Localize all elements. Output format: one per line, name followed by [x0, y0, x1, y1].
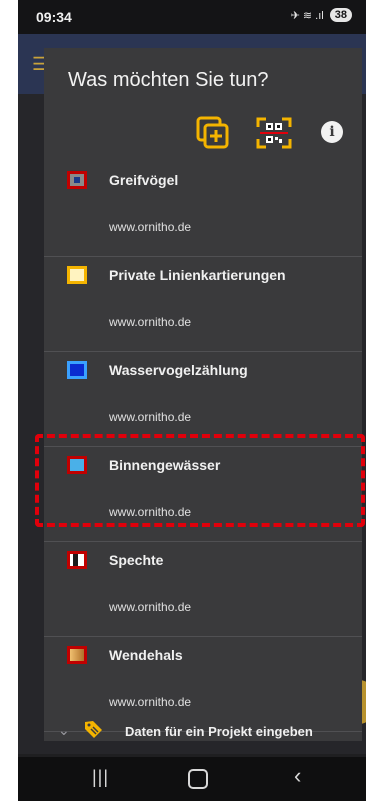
phone-screen: 09:34 ✈ ≋ .ıl 38 ☰ Was möchten Sie tun? — [18, 0, 366, 801]
tag-icon — [82, 718, 104, 741]
item-title: Spechte — [109, 552, 164, 568]
list-item-linienkartierungen[interactable]: Private Linienkartierungen www.ornitho.d… — [44, 257, 362, 352]
linienkartierungen-icon — [67, 266, 87, 284]
chevron-down-icon[interactable]: ⌄ — [58, 722, 70, 739]
info-icon[interactable]: i — [321, 121, 343, 143]
item-url: www.ornitho.de — [109, 695, 192, 709]
item-url: www.ornitho.de — [109, 600, 192, 614]
wendehals-icon — [67, 646, 87, 664]
home-button[interactable] — [188, 769, 208, 789]
item-url: www.ornitho.de — [109, 410, 192, 424]
wasservogel-icon — [67, 361, 87, 379]
battery-icon: 38 — [329, 8, 352, 22]
list-item-greifvoegel[interactable]: Greifvögel www.ornitho.de — [44, 162, 362, 257]
selection-highlight — [35, 434, 365, 527]
spechte-icon — [67, 551, 87, 569]
recent-apps-button[interactable]: ||| — [92, 767, 109, 788]
item-title: Private Linienkartierungen — [109, 267, 286, 283]
qr-scanner-icon[interactable] — [256, 116, 292, 150]
greifvoegel-icon — [67, 171, 87, 189]
add-copy-icon[interactable] — [196, 116, 230, 150]
status-icons: ✈ ≋ .ıl 38 — [291, 8, 352, 22]
status-time: 09:34 — [36, 9, 72, 25]
list-item-spechte[interactable]: Spechte www.ornitho.de — [44, 542, 362, 637]
dialog-title: Was möchten Sie tun? — [68, 69, 269, 91]
status-bar: 09:34 ✈ ≋ .ıl 38 — [18, 0, 366, 34]
project-row-label: Daten für ein Projekt eingeben — [125, 724, 313, 739]
item-url: www.ornitho.de — [109, 315, 192, 329]
list-item-wasservogelzaehlung[interactable]: Wasservogelzählung www.ornitho.de — [44, 352, 362, 447]
system-nav-bar: ||| ‹ — [18, 757, 366, 801]
project-data-entry-row[interactable]: ⌄ Daten für ein Projekt eingeben — [44, 720, 362, 741]
back-button[interactable]: ‹ — [294, 763, 301, 789]
action-dialog: Was möchten Sie tun? i Greifvögel www.or… — [44, 48, 362, 741]
item-title: Greifvögel — [109, 172, 179, 188]
item-title: Wasservogelzählung — [109, 362, 248, 378]
item-url: www.ornitho.de — [109, 220, 192, 234]
signal-icon: ✈ ≋ .ıl — [290, 9, 324, 22]
item-title: Wendehals — [109, 647, 183, 663]
